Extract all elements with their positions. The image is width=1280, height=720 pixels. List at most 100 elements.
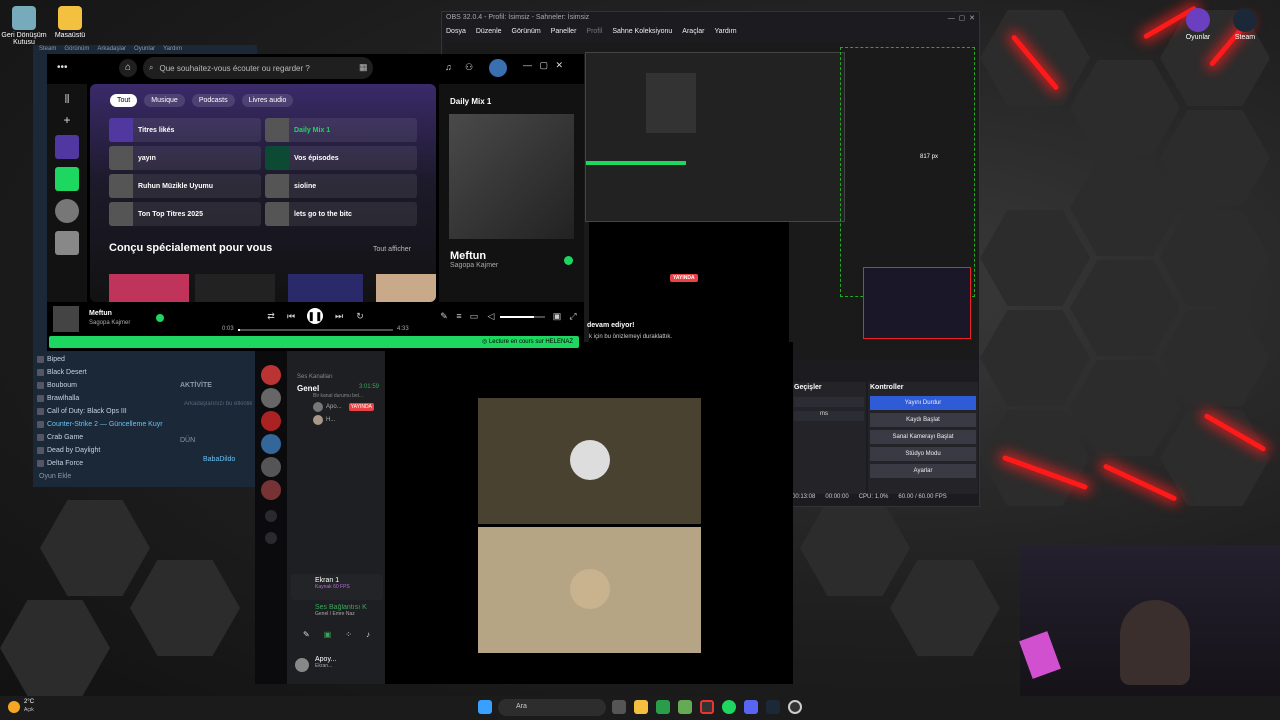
spotify-icon[interactable] [722,700,736,714]
next-icon[interactable]: ⏭ [334,311,344,321]
screen-share-panel[interactable]: Ekran 1 Kaynak 60 FPS [291,574,383,600]
obs-menu-item[interactable]: Profil [586,28,602,38]
mix-card[interactable] [195,274,275,302]
playlist-icon[interactable] [55,231,79,255]
window-controls-icon[interactable]: — ▢ ✕ [523,60,563,71]
np-artist[interactable]: Sagopa Kajmer [439,262,584,269]
xbox-icon[interactable] [656,700,670,714]
obs-menu-item[interactable]: Yardım [714,28,736,38]
server-icon[interactable] [261,480,281,500]
transition-select[interactable] [794,397,864,407]
camera-source[interactable] [863,267,971,339]
start-icon[interactable] [478,700,492,714]
participant-tile[interactable] [478,398,701,524]
repeat-icon[interactable]: ↻ [355,311,365,321]
activity-input[interactable]: Arkadaşlarınızı bu etkinlik hakkında... [184,401,254,407]
volume-slider[interactable] [500,316,545,318]
steam-icon[interactable] [766,700,780,714]
home-icon[interactable]: ⌂ [119,59,137,77]
voice-member[interactable]: H... [287,412,385,425]
activities-icon[interactable]: ⁘ [345,630,352,646]
player-title[interactable]: Meftun [89,310,112,317]
desktop-folder-icon[interactable]: Masaüstü [40,6,100,39]
voice-member[interactable]: Apo... YAYINDA [287,399,385,412]
lyrics-icon[interactable]: ✎ [439,311,449,321]
steam-menu-item[interactable]: Görünüm [64,46,89,54]
steam-menu-item[interactable]: Steam [39,46,56,54]
taskview-icon[interactable] [612,700,626,714]
app-icon[interactable] [678,700,692,714]
explore-icon[interactable] [265,532,277,544]
app-icon[interactable] [700,700,714,714]
chip-podcasts[interactable]: Podcasts [191,94,235,107]
obs-menu-item[interactable]: Sahne Koleksiyonu [612,28,672,38]
device-icon[interactable]: ▭ [469,311,479,321]
obs-menu-item[interactable]: Düzenle [476,28,502,38]
library-icon[interactable]: ⫼ [47,94,87,105]
menu-dots-icon[interactable]: ••• [57,62,68,73]
settings-button[interactable]: Ayarlar [870,464,976,478]
game-item[interactable]: Dead by Daylight [33,444,171,457]
server-icon[interactable] [261,411,281,431]
device-bar[interactable]: ◎ Lecture en cours sur HELENAZ [49,336,579,348]
obs-menu-item[interactable]: Dosya [446,28,466,38]
player-artist[interactable]: Sagopa Kajmer [89,320,130,326]
shortcut-card[interactable]: sioline [265,174,417,198]
fullscreen-icon[interactable]: ⤢ [568,311,578,321]
steam-menu-item[interactable]: Arkadaşlar [97,46,126,54]
chip-music[interactable]: Musique [144,94,185,107]
screen-share-icon[interactable]: ▣ [324,630,332,646]
voice-channel[interactable]: Genel 3:01:59 [287,380,385,393]
game-item[interactable]: Crab Game [33,431,171,444]
game-item[interactable]: Call of Duty: Black Ops III [33,405,171,418]
game-item[interactable]: Black Desert [33,366,171,379]
bell-icon[interactable]: ♫ [445,62,452,72]
add-icon[interactable]: + [47,113,87,127]
chip-audiobooks[interactable]: Livres audio [241,94,294,107]
server-icon[interactable] [261,388,281,408]
weather-icon[interactable] [8,701,20,713]
pause-icon[interactable]: ❚❚ [307,308,323,324]
np-title[interactable]: Meftun [439,239,584,262]
camera-icon[interactable]: ✎ [303,630,310,646]
explorer-icon[interactable] [634,700,648,714]
volume-icon[interactable]: ◁ [486,311,496,321]
obs-icon[interactable] [788,700,802,714]
shortcut-card[interactable]: Daily Mix 1 [265,118,417,142]
obs-menu-item[interactable]: Görünüm [512,28,541,38]
game-item[interactable]: Delta Force [33,457,171,470]
steam-menu-item[interactable]: Yardım [163,46,182,54]
mix-card[interactable] [109,274,189,302]
mix-card[interactable] [288,274,363,302]
server-icon[interactable] [261,457,281,477]
soundboard-icon[interactable]: ♪ [366,630,370,646]
steam-menu-item[interactable]: Oyunlar [134,46,155,54]
game-item[interactable]: Counter-Strike 2 — Güncelleme Kuyr [33,418,171,431]
server-icon[interactable] [261,365,281,385]
shortcut-card[interactable]: yayın [109,146,261,170]
friend-activity-name[interactable]: BabaDildo [203,456,235,463]
shortcut-card[interactable]: Ruhun Müzikle Uyumu [109,174,261,198]
add-server-icon[interactable] [265,510,277,522]
obs-menu-item[interactable]: Araçlar [682,28,704,38]
episodes-icon[interactable] [55,167,79,191]
start-recording-button[interactable]: Kaydı Başlat [870,413,976,427]
server-icon[interactable] [261,434,281,454]
show-all-link[interactable]: Tout afficher [373,246,411,253]
window-controls-icon[interactable]: — ▢ ✕ [948,14,975,24]
search-input[interactable]: ⌕ Que souhaitez-vous écouter ou regarder… [143,57,373,79]
artist-icon[interactable] [55,199,79,223]
duration-field[interactable]: ms [794,411,864,421]
game-item[interactable]: Brawlhalla [33,392,171,405]
avatar[interactable] [489,59,507,77]
discord-icon[interactable] [744,700,758,714]
obs-menu-item[interactable]: Paneller [551,28,577,38]
game-item[interactable]: Biped [33,353,171,366]
chip-all[interactable]: Tout [110,94,138,107]
saved-check-icon[interactable] [156,314,164,322]
shortcut-card[interactable]: Titres likés [109,118,261,142]
taskbar-search[interactable]: Ara [498,699,606,716]
saved-check-icon[interactable] [564,256,573,265]
add-game-button[interactable]: Oyun Ekle [39,473,71,480]
avatar[interactable] [295,658,309,672]
